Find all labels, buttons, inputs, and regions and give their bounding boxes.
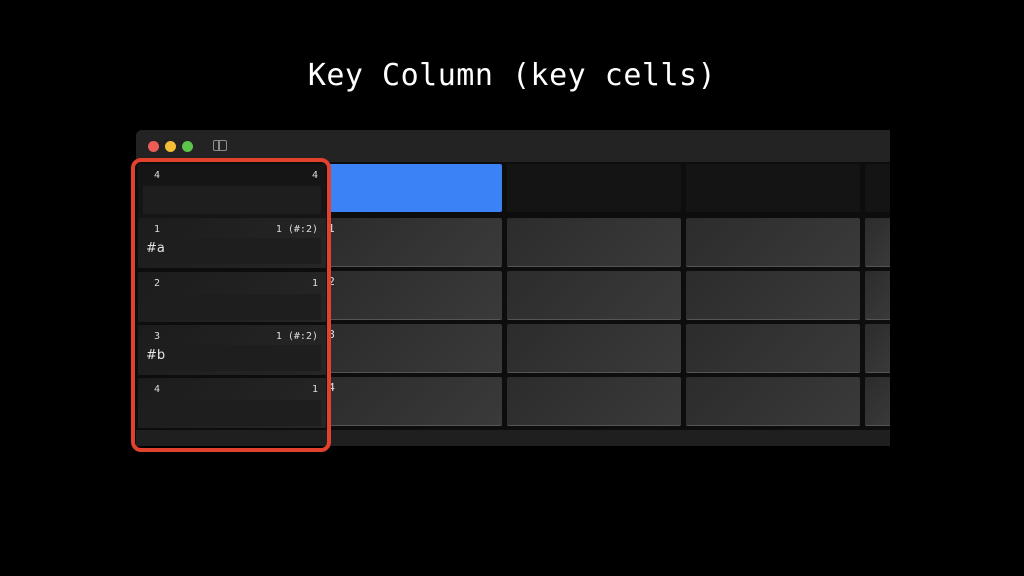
data-cell[interactable] [686, 218, 860, 267]
data-cell[interactable] [507, 324, 681, 373]
data-cell[interactable]: 1 [328, 218, 502, 267]
zoom-button[interactable] [182, 141, 193, 152]
data-cell[interactable] [686, 377, 860, 426]
data-cell[interactable] [865, 324, 890, 373]
minimize-button[interactable] [165, 141, 176, 152]
column-header[interactable] [865, 164, 890, 212]
data-cell[interactable] [686, 271, 860, 320]
data-cell[interactable]: 3 [328, 324, 502, 373]
data-cell[interactable] [865, 377, 890, 426]
column-header[interactable] [686, 164, 860, 212]
data-cell[interactable] [507, 377, 681, 426]
column-header-selected[interactable] [328, 164, 502, 212]
sidebar-toggle-icon[interactable] [213, 140, 227, 151]
slide-title: Key Column (key cells) [307, 58, 717, 93]
data-cell[interactable] [865, 271, 890, 320]
data-cell[interactable] [507, 218, 681, 267]
data-cell[interactable] [865, 218, 890, 267]
close-button[interactable] [148, 141, 159, 152]
data-cell[interactable] [686, 324, 860, 373]
column-header[interactable] [507, 164, 681, 212]
data-cell[interactable] [507, 271, 681, 320]
data-cell[interactable]: 2 [328, 271, 502, 320]
key-column-highlight [131, 158, 331, 452]
data-cell[interactable]: 4 [328, 377, 502, 426]
